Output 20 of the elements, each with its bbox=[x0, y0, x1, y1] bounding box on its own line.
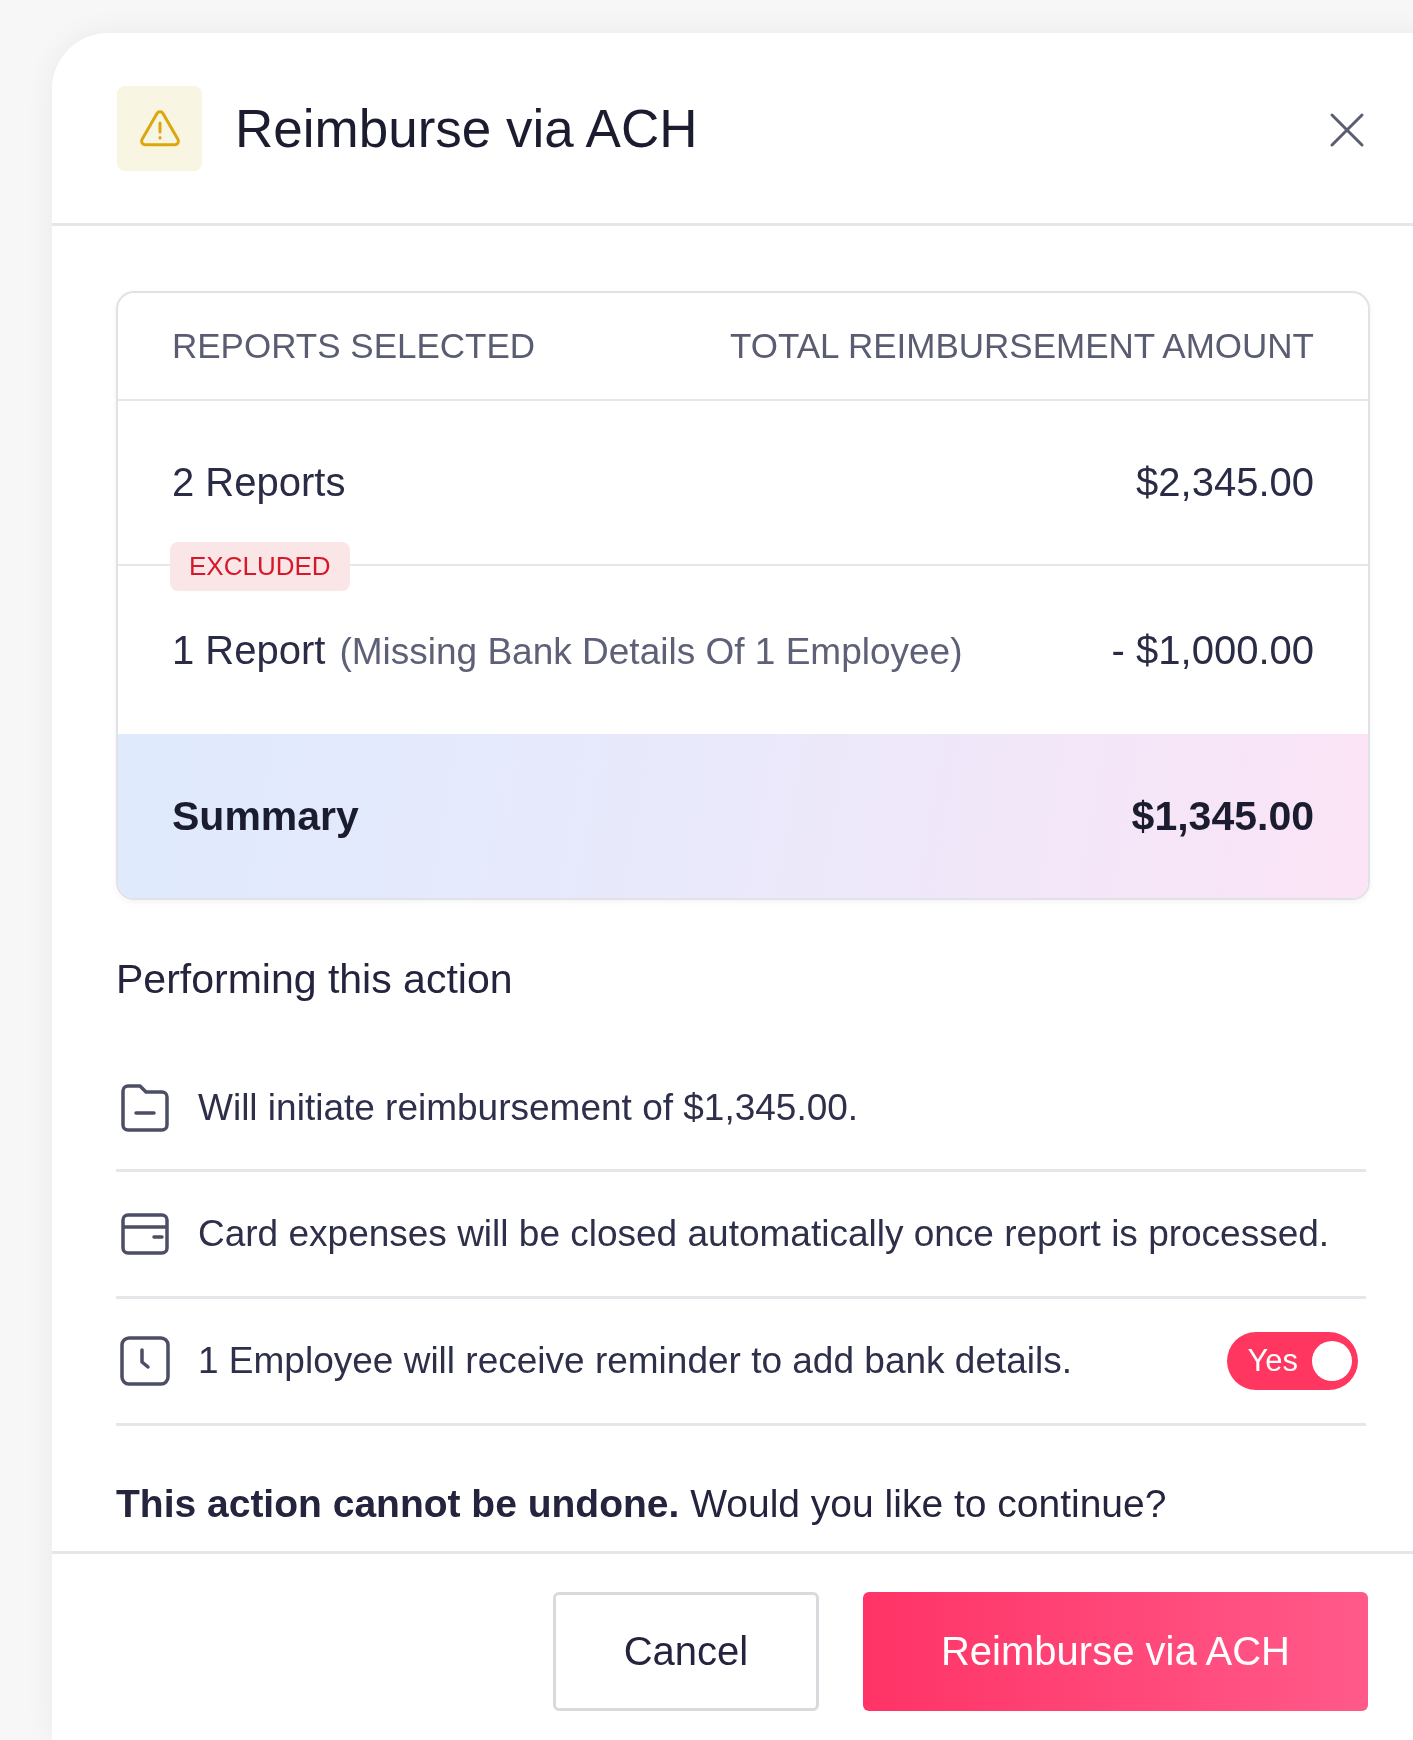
action-text: Card expenses will be closed automatically once report is processed. bbox=[198, 1213, 1331, 1255]
dialog-title: Reimburse via ACH bbox=[235, 97, 698, 159]
column-header: TOTAL REIMBURSEMENT AMOUNT bbox=[729, 326, 1314, 366]
action-text: 1 Employee will receive reminder to add bank details. bbox=[198, 1340, 1074, 1382]
reimburse-button[interactable]: Reimburse via ACH bbox=[863, 1592, 1368, 1711]
warning-icon bbox=[117, 85, 202, 171]
report-count: 1 Report bbox=[172, 627, 326, 673]
summary-label: Summary bbox=[172, 792, 359, 840]
action-text: Will initiate reimbursement of $1,345.00. bbox=[198, 1087, 860, 1129]
confirmation-text: This action cannot be undone. Would you like to continue? bbox=[116, 1482, 1168, 1526]
excluded-badge: EXCLUDED bbox=[170, 542, 350, 591]
column-header: REPORTS SELECTED bbox=[172, 326, 536, 366]
section-heading: Performing this action bbox=[116, 956, 514, 1003]
amount: $2,345.00 bbox=[1136, 460, 1314, 505]
amount: - $1,000.00 bbox=[1111, 627, 1314, 673]
cancel-button[interactable]: Cancel bbox=[553, 1592, 819, 1711]
toggle-switch[interactable]: Yes bbox=[1227, 1332, 1358, 1390]
report-note: (Missing Bank Details Of 1 Employee) bbox=[339, 630, 963, 673]
summary-amount: $1,345.00 bbox=[1131, 792, 1314, 840]
report-count: 2 Reports bbox=[172, 460, 346, 505]
